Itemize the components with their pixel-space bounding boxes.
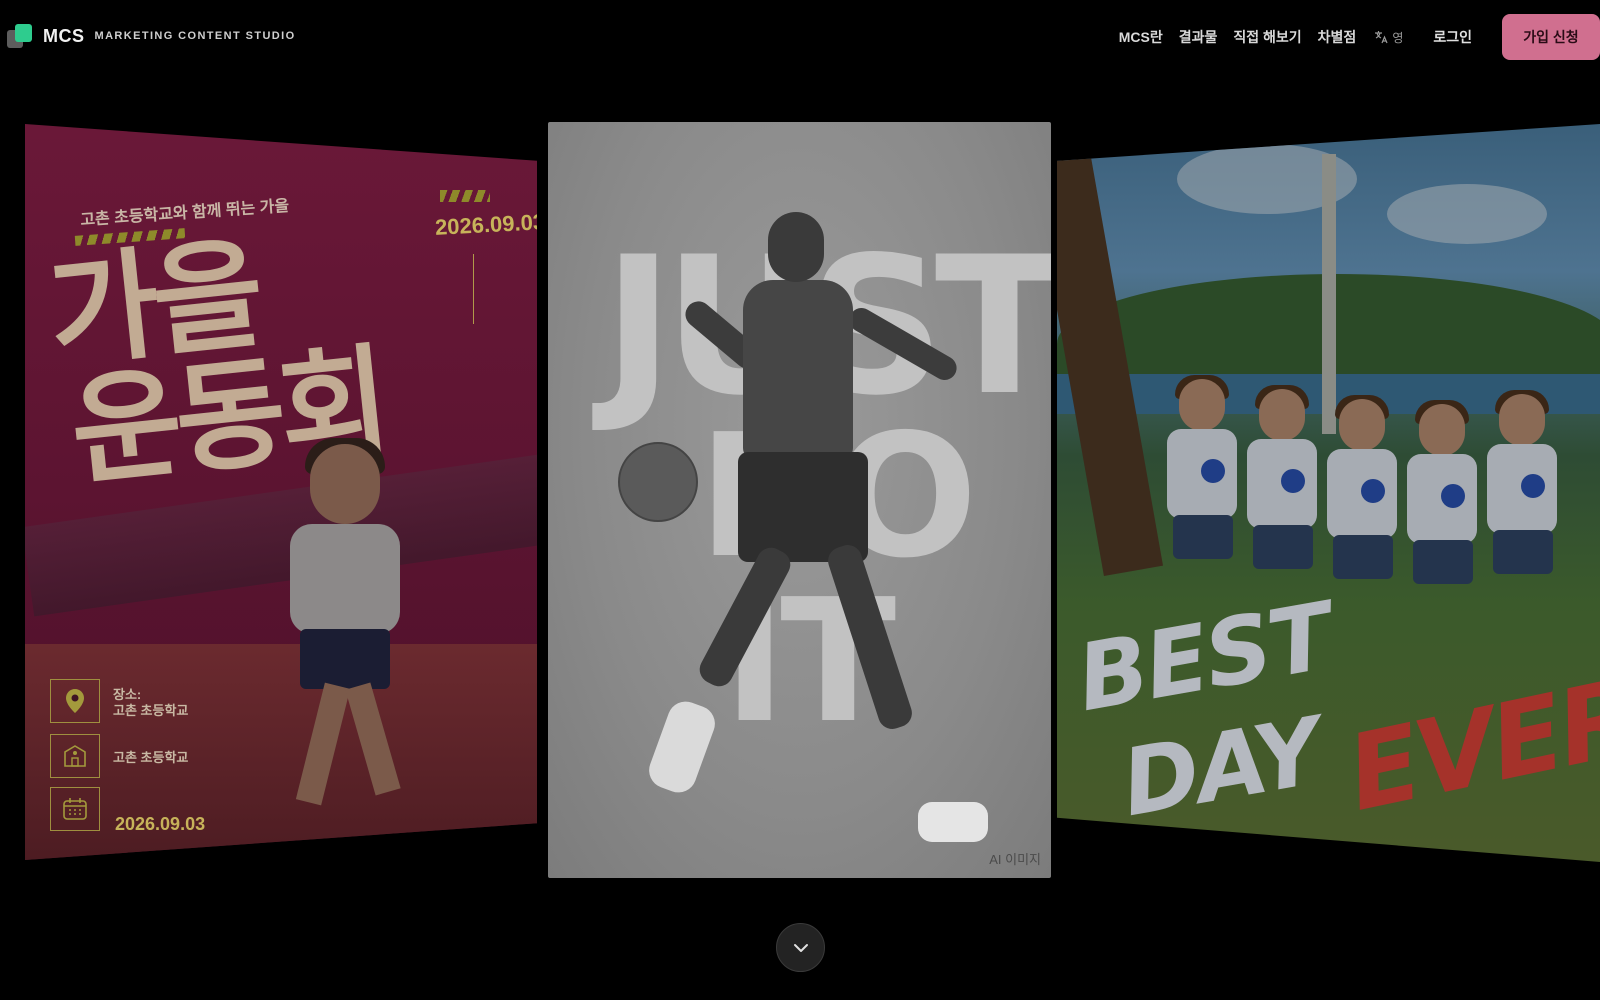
- poster-date-top: 2026.09.03: [434, 209, 537, 240]
- poster-word-ever: EVER: [1337, 655, 1600, 835]
- translate-icon: [1375, 31, 1388, 44]
- boy-figure: [1327, 395, 1397, 639]
- nav-item-about[interactable]: MCS란: [1119, 27, 1163, 47]
- school-icon: [50, 734, 100, 778]
- hg-club-logo: [1521, 474, 1545, 498]
- language-label: 영: [1392, 30, 1404, 45]
- boy-figure: [1407, 400, 1477, 644]
- poster-card-sports-day[interactable]: 고촌 초등학교와 함께 뛰는 가을 2026.09.03 가을 운동회 장소: …: [25, 124, 537, 860]
- logo-text: MCS: [43, 25, 85, 46]
- running-child-illustration: [270, 438, 420, 824]
- signup-button[interactable]: 가입 신청: [1502, 14, 1600, 60]
- hg-club-logo: [1441, 484, 1465, 508]
- hg-club-logo: [1361, 479, 1385, 503]
- poster-subtitle: 고촌 초등학교와 함께 뛰는 가을: [79, 197, 290, 230]
- logo[interactable]: MCS MARKETING CONTENT STUDIO: [7, 22, 296, 50]
- basketball-player-illustration: [618, 212, 998, 842]
- nav-item-results[interactable]: 결과물: [1179, 27, 1218, 47]
- calendar-icon: [50, 787, 100, 831]
- boy-figure: [1487, 390, 1557, 634]
- login-link[interactable]: 로그인: [1433, 27, 1472, 47]
- ai-image-label: AI 이미지: [989, 852, 1041, 867]
- poster-carousel: 고촌 초등학교와 함께 뛰는 가을 2026.09.03 가을 운동회 장소: …: [0, 100, 1600, 900]
- hg-club-logo: [1281, 469, 1305, 493]
- utility-pole: [1322, 154, 1336, 434]
- nav-item-try[interactable]: 직접 해보기: [1233, 27, 1301, 47]
- logo-icon: [7, 22, 35, 50]
- scroll-down-button[interactable]: [776, 923, 825, 972]
- hg-club-logo: [1201, 459, 1225, 483]
- logo-subtitle: MARKETING CONTENT STUDIO: [94, 30, 296, 42]
- poster-card-just-do-it[interactable]: JUST DO IT AI 이미지: [548, 122, 1051, 878]
- nav-item-differences[interactable]: 차별점: [1318, 27, 1357, 47]
- boy-figure: [1167, 375, 1237, 619]
- site-header: MCS MARKETING CONTENT STUDIO MCS란 결과물 직접…: [0, 0, 1600, 74]
- place-value: 고촌 초등학교: [113, 703, 189, 718]
- language-toggle[interactable]: 영: [1374, 29, 1403, 46]
- school-value: 고촌 초등학교: [113, 750, 189, 765]
- poster-date-bottom: 2026.09.03: [115, 814, 206, 834]
- main-nav: MCS란 결과물 직접 해보기 차별점 영 로그인 가입 신청: [1119, 14, 1600, 60]
- basketball-icon: [618, 442, 698, 522]
- chevron-down-icon: [793, 943, 808, 952]
- poster-card-best-day-ever[interactable]: BEST DAY EVER: [1057, 124, 1600, 862]
- location-pin-icon: [50, 679, 100, 723]
